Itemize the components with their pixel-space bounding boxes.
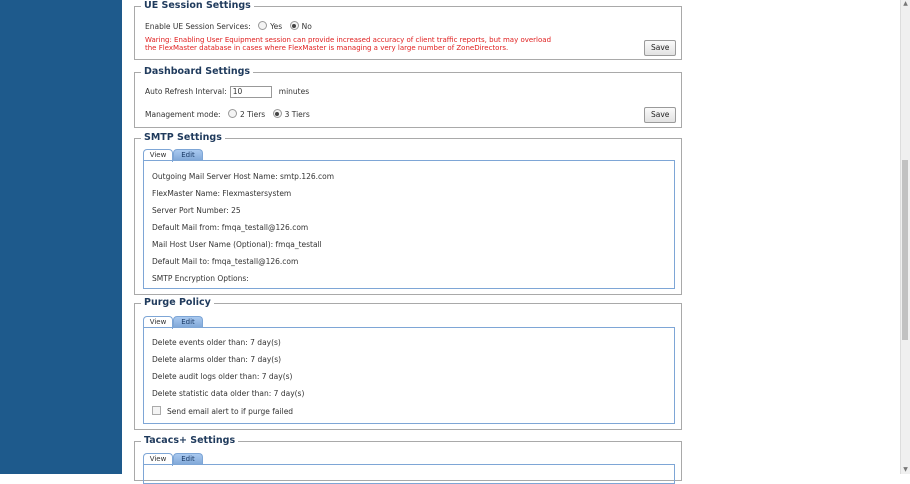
tacacs-title: Tacacs+ Settings <box>141 435 239 446</box>
scrollbar-thumb[interactable] <box>902 160 908 340</box>
tacacs-view-box <box>143 464 675 484</box>
ue-session-yes-radio[interactable] <box>258 21 268 30</box>
purge-panel: Purge Policy View Edit Delete events old… <box>134 297 682 430</box>
ue-session-panel: UE Session Settings Enable UE Session Se… <box>134 0 682 60</box>
mode-3-tiers-radio[interactable] <box>272 109 282 118</box>
dashboard-save-button[interactable]: Save <box>644 107 677 123</box>
scroll-down-icon[interactable]: ▼ <box>902 466 909 474</box>
smtp-row-encryption: SMTP Encryption Options: <box>152 274 249 283</box>
purge-email-alert-label: Send email alert to if purge failed <box>167 407 294 416</box>
smtp-view-box: Outgoing Mail Server Host Name: smtp.126… <box>143 160 675 289</box>
purge-email-alert-row: Send email alert to if purge failed <box>152 406 293 416</box>
management-mode-label: Management mode: <box>145 110 221 119</box>
purge-email-alert-checkbox[interactable] <box>152 406 161 415</box>
ue-session-enable-row: Enable UE Session Services: Yes No <box>145 21 312 31</box>
smtp-title: SMTP Settings <box>141 132 225 143</box>
purge-row-audit: Delete audit logs older than: 7 day(s) <box>152 372 293 381</box>
refresh-interval-input[interactable]: 10 <box>229 86 272 98</box>
dashboard-title: Dashboard Settings <box>141 66 254 77</box>
vertical-scrollbar[interactable]: ▲ ▼ <box>900 0 910 474</box>
smtp-row-host: Outgoing Mail Server Host Name: smtp.126… <box>152 172 335 181</box>
purge-title: Purge Policy <box>141 297 214 308</box>
refresh-row: Auto Refresh Interval: 10 minutes <box>145 86 309 98</box>
mode-3-tiers-label: 3 Tiers <box>284 110 310 119</box>
mode-2-tiers-label: 2 Tiers <box>239 110 266 119</box>
mode-2-tiers-radio[interactable] <box>227 109 237 118</box>
tacacs-panel: Tacacs+ Settings View Edit <box>134 435 682 484</box>
scroll-up-icon[interactable]: ▲ <box>902 0 909 8</box>
dashboard-panel: Dashboard Settings Auto Refresh Interval… <box>134 66 682 128</box>
ue-session-enable-label: Enable UE Session Services: <box>145 22 251 31</box>
ue-session-yes-label: Yes <box>270 22 283 31</box>
purge-view-box: Delete events older than: 7 day(s) Delet… <box>143 327 675 424</box>
smtp-row-user: Mail Host User Name (Optional): fmqa_tes… <box>152 240 322 249</box>
purge-row-events: Delete events older than: 7 day(s) <box>152 338 281 347</box>
purge-row-statistic: Delete statistic data older than: 7 day(… <box>152 389 305 398</box>
ue-session-save-button[interactable]: Save <box>644 40 677 56</box>
purge-row-alarms: Delete alarms older than: 7 day(s) <box>152 355 282 364</box>
management-mode-row: Management mode: 2 Tiers 3 Tiers <box>145 109 310 119</box>
left-sidebar <box>0 0 122 474</box>
ue-session-no-radio[interactable] <box>289 21 299 30</box>
ue-session-no-label: No <box>301 22 312 31</box>
smtp-row-to: Default Mail to: fmqa_testall@126.com <box>152 257 299 266</box>
smtp-row-port: Server Port Number: 25 <box>152 206 241 215</box>
refresh-unit: minutes <box>278 87 310 96</box>
smtp-row-from: Default Mail from: fmqa_testall@126.com <box>152 223 309 232</box>
ue-session-warning-line2: the FlexMaster database in cases where F… <box>145 44 509 52</box>
ue-session-warning-line1: Waring: Enabling User Equipment session … <box>145 36 552 44</box>
smtp-panel: SMTP Settings View Edit Outgoing Mail Se… <box>134 132 682 295</box>
smtp-row-name: FlexMaster Name: Flexmastersystem <box>152 189 292 198</box>
ue-session-title: UE Session Settings <box>141 0 254 11</box>
refresh-label: Auto Refresh Interval: <box>145 87 227 96</box>
